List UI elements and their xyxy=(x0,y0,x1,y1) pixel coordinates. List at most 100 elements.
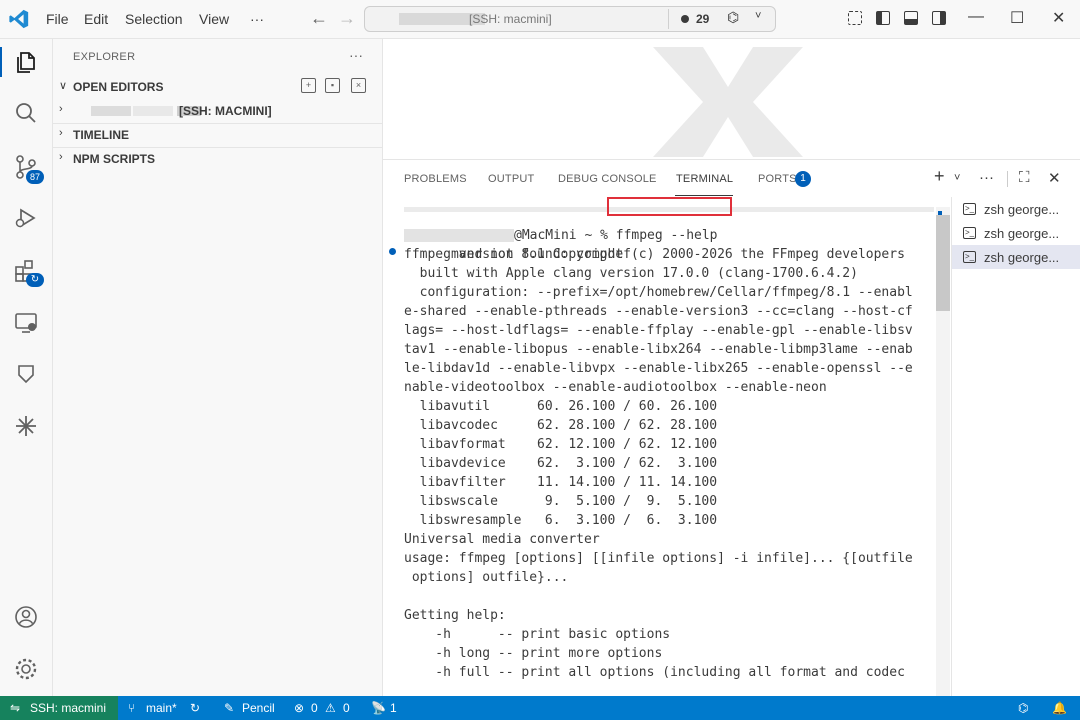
customize-layout-icon[interactable] xyxy=(848,11,862,25)
terminal-tabs-list: >_ zsh george... >_ zsh george... >_ zsh… xyxy=(951,197,1080,697)
tab-output[interactable]: OUTPUT xyxy=(488,173,534,185)
tab-problems[interactable]: PROBLEMS xyxy=(404,173,467,185)
terminal-line: Getting help: xyxy=(404,608,506,623)
chevron-down-icon[interactable]: ˅ xyxy=(755,10,761,22)
command-center[interactable]: [SSH: macmini] 29 ⌬ ˅ xyxy=(364,6,776,32)
terminal-icon: >_ xyxy=(963,203,976,215)
ports-badge: 1 xyxy=(795,171,811,187)
terminal-line: libswscale 9. 5.100 / 9. 5.100 xyxy=(404,494,718,509)
errors-count[interactable]: 0 xyxy=(311,701,318,715)
terminal-list-item-selected[interactable]: >_ zsh george... xyxy=(952,245,1080,269)
branch-label[interactable]: main* xyxy=(146,701,177,715)
back-arrow-icon[interactable]: ← xyxy=(310,8,328,29)
title-bar: File Edit Selection View ··· ← → [SSH: m… xyxy=(0,0,1080,39)
terminal-list-label: zsh george... xyxy=(984,202,1060,217)
terminal-output[interactable]: mand not found: compdef @MacMini ~ % ffm… xyxy=(404,207,934,697)
timeline-label: TIMELINE xyxy=(73,128,129,142)
forward-arrow-icon[interactable]: → xyxy=(338,8,356,29)
warnings-count[interactable]: 0 xyxy=(343,701,350,715)
explorer-title: EXPLORER xyxy=(73,51,136,63)
open-editors-section[interactable]: ∨ OPEN EDITORS + ▪ × xyxy=(53,76,382,98)
new-terminal-plus-icon[interactable]: + xyxy=(934,166,945,187)
terminal-line: -h -- print basic options xyxy=(404,627,671,642)
status-bar: ⇋ SSH: macmini ⑂ main* ↻ ✎ Pencil ⊗ 0 ⚠ … xyxy=(0,696,1080,720)
command-decoration-dot-icon xyxy=(389,248,396,255)
terminal-list-label: zsh george... xyxy=(984,250,1060,265)
menu-more[interactable]: ··· xyxy=(250,11,264,27)
toggle-secondary-sidebar-icon[interactable] xyxy=(932,11,946,25)
settings-gear-icon[interactable] xyxy=(13,656,39,682)
search-icon[interactable] xyxy=(13,100,39,126)
explorer-sidebar: EXPLORER ··· ∨ OPEN EDITORS + ▪ × › [SSH… xyxy=(53,39,383,696)
menu-selection[interactable]: Selection xyxy=(125,11,183,27)
maximize-icon[interactable]: ☐ xyxy=(1010,8,1024,28)
redacted-block xyxy=(133,106,173,116)
terminal-scrollbar[interactable] xyxy=(936,207,950,697)
tab-debug-console[interactable]: DEBUG CONSOLE xyxy=(558,173,657,185)
highlighted-command: ffmpeg --help xyxy=(615,228,718,243)
remote-explorer-icon[interactable] xyxy=(13,310,39,336)
terminal-list-item[interactable]: >_ zsh george... xyxy=(952,221,1080,245)
warnings-icon: ⚠ xyxy=(325,701,336,715)
notifications-bell-icon[interactable]: 🔔 xyxy=(1052,701,1067,715)
terminal-line: -h long -- print more options xyxy=(404,646,663,661)
chevron-down-icon: ∨ xyxy=(59,80,68,92)
remote-icon: ⇋ xyxy=(10,701,21,715)
redacted-block xyxy=(91,106,131,116)
terminal-line: built with Apple clang version 17.0.0 (c… xyxy=(404,266,858,281)
close-all-editors-icon[interactable]: × xyxy=(351,78,366,93)
maximize-panel-icon[interactable]: ⛶ xyxy=(1019,169,1030,186)
command-center-title: [SSH: macmini] xyxy=(469,12,552,26)
terminal-line: libswresample 6. 3.100 / 6. 3.100 xyxy=(404,513,718,528)
sync-icon[interactable]: ↻ xyxy=(190,701,200,715)
terminal-line: Universal media converter xyxy=(404,532,600,547)
command-highlight-box xyxy=(607,197,732,216)
ports-forwarded-count[interactable]: 1 xyxy=(390,701,397,715)
workspace-section[interactable]: › [SSH: MACMINI] xyxy=(53,100,382,122)
pencil-icon: ✎ xyxy=(224,701,235,715)
terminal-line: e-shared --enable-pthreads --enable-vers… xyxy=(404,304,913,319)
close-panel-icon[interactable]: ✕ xyxy=(1048,169,1061,187)
run-debug-icon[interactable] xyxy=(13,205,39,231)
terminal-scroll-thumb[interactable] xyxy=(936,215,950,311)
copilot-icon[interactable]: ⌬ xyxy=(727,9,739,26)
editor-area xyxy=(383,39,1080,159)
terminal-line: libavcodec 62. 28.100 / 62. 28.100 xyxy=(404,418,718,433)
terminal-line: libavutil 60. 26.100 / 60. 26.100 xyxy=(404,399,718,414)
terminal-line: configuration: --prefix=/opt/homebrew/Ce… xyxy=(404,285,913,300)
terminal-list-item[interactable]: >_ zsh george... xyxy=(952,197,1080,221)
toggle-panel-icon[interactable] xyxy=(904,11,918,25)
terminal-line: tav1 --enable-libopus --enable-libx264 -… xyxy=(404,342,913,357)
copilot-status-icon[interactable]: ⌬ xyxy=(1018,701,1028,715)
account-icon[interactable] xyxy=(13,604,39,630)
timeline-section[interactable]: › TIMELINE xyxy=(53,124,382,146)
menu-file[interactable]: File xyxy=(46,11,69,27)
pencil-label[interactable]: Pencil xyxy=(242,701,275,715)
remote-indicator[interactable]: ⇋ SSH: macmini xyxy=(0,696,118,720)
menu-view[interactable]: View xyxy=(199,11,229,27)
panel-actions-divider xyxy=(1007,171,1008,187)
minimize-icon[interactable]: — xyxy=(968,8,984,26)
save-all-icon[interactable]: ▪ xyxy=(325,78,340,93)
terminal-line: ffmpeg version 8.1 Copyright (c) 2000-20… xyxy=(404,247,905,262)
explorer-more-actions-icon[interactable]: ··· xyxy=(349,47,363,63)
tab-terminal[interactable]: TERMINAL xyxy=(676,173,733,185)
sparkle-extension-icon[interactable] xyxy=(13,413,39,439)
terminal-dropdown-chevron-icon[interactable]: ˅ xyxy=(954,172,960,184)
bottom-panel: PROBLEMS OUTPUT DEBUG CONSOLE TERMINAL P… xyxy=(383,159,1080,697)
menu-edit[interactable]: Edit xyxy=(84,11,108,27)
tab-ports[interactable]: PORTS xyxy=(758,173,797,185)
testing-shield-icon[interactable] xyxy=(13,361,39,387)
new-untitled-file-icon[interactable]: + xyxy=(301,78,316,93)
toggle-primary-sidebar-icon[interactable] xyxy=(876,11,890,25)
close-window-icon[interactable]: ✕ xyxy=(1052,8,1065,28)
terminal-icon: >_ xyxy=(963,251,976,263)
command-center-divider xyxy=(668,9,669,29)
chevron-right-icon: › xyxy=(59,127,63,139)
panel-more-actions-icon[interactable]: ··· xyxy=(979,169,994,186)
notification-count: 29 xyxy=(696,12,710,26)
npm-scripts-section[interactable]: › NPM SCRIPTS xyxy=(53,148,382,170)
explorer-files-icon[interactable] xyxy=(13,49,39,75)
chevron-right-icon: › xyxy=(59,151,63,163)
